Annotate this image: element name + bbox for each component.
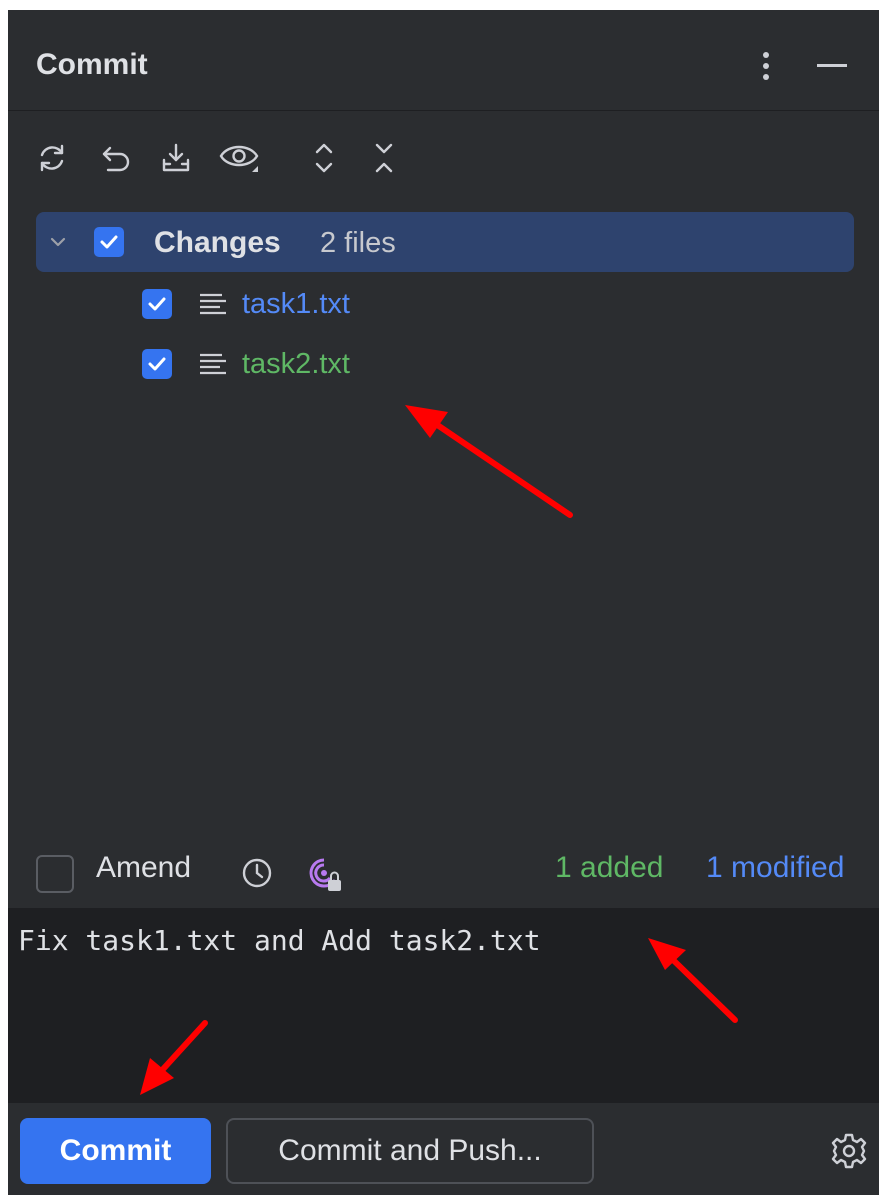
- chevron-down-icon[interactable]: [48, 232, 68, 252]
- changes-group-checkbox[interactable]: [94, 227, 124, 257]
- file-name: task2.txt: [242, 348, 350, 380]
- more-vertical-icon[interactable]: [744, 44, 788, 88]
- amend-label[interactable]: Amend: [96, 851, 191, 885]
- commit-and-push-button[interactable]: Commit and Push...: [226, 1118, 594, 1184]
- commit-options-bar: Amend 1 added 1 modified: [8, 838, 879, 908]
- commit-message-text[interactable]: Fix task1.txt and Add task2.txt: [18, 924, 541, 957]
- header-divider: [8, 110, 879, 111]
- rollback-icon[interactable]: [92, 134, 140, 182]
- commit-button[interactable]: Commit: [20, 1118, 211, 1184]
- check-icon: [100, 235, 118, 249]
- check-icon: [148, 297, 166, 311]
- text-file-icon: [200, 293, 226, 315]
- ai-assistant-locked-icon[interactable]: [304, 854, 344, 894]
- amend-checkbox[interactable]: [36, 855, 74, 893]
- panel-title: Commit: [36, 48, 148, 81]
- text-file-icon: [200, 353, 226, 375]
- minimize-icon[interactable]: [810, 44, 854, 88]
- file-row-task1[interactable]: task1.txt: [8, 274, 879, 334]
- changes-group-label: Changes: [154, 226, 281, 259]
- expand-all-icon[interactable]: [300, 134, 348, 182]
- file-row-task2[interactable]: task2.txt: [8, 334, 879, 394]
- history-icon[interactable]: [240, 856, 274, 890]
- file-checkbox[interactable]: [142, 289, 172, 319]
- panel-header: Commit: [8, 10, 879, 110]
- shelve-icon[interactable]: [152, 134, 200, 182]
- collapse-all-icon[interactable]: [360, 134, 408, 182]
- preview-icon[interactable]: [216, 134, 264, 182]
- commit-panel: Commit Changes 2 files task1.txt task2.t…: [8, 10, 879, 1195]
- file-checkbox[interactable]: [142, 349, 172, 379]
- refresh-icon[interactable]: [28, 134, 76, 182]
- check-icon: [148, 357, 166, 371]
- changes-group-row[interactable]: Changes 2 files: [36, 212, 854, 272]
- modified-count[interactable]: 1 modified: [706, 851, 844, 885]
- file-name: task1.txt: [242, 288, 350, 320]
- added-count[interactable]: 1 added: [555, 851, 663, 885]
- commit-message-editor[interactable]: Fix task1.txt and Add task2.txt: [8, 908, 879, 1103]
- gear-icon[interactable]: [830, 1132, 868, 1170]
- changes-group-count: 2 files: [320, 227, 396, 259]
